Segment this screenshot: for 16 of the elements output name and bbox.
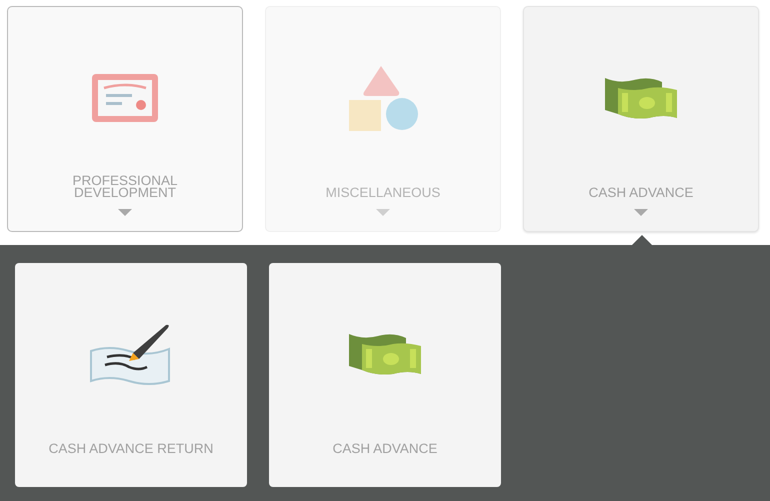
subcategory-label: CASH ADVANCE — [332, 440, 438, 455]
banknote-icon — [348, 332, 422, 376]
caret-icon — [118, 209, 132, 217]
category-label: CASH ADVANCE — [588, 184, 694, 199]
caret-icon — [376, 209, 390, 217]
subcategory-tile[interactable]: CASH ADVANCE — [269, 263, 501, 487]
subcategory-label: CASH ADVANCE RETURN — [48, 440, 214, 455]
category-label: PROFESSIONAL DEVELOPMENT — [71, 172, 179, 199]
category-label: MISCELLANEOUS — [324, 184, 442, 199]
signature-icon — [89, 323, 173, 385]
certificate-icon — [90, 72, 160, 124]
banknote-icon — [604, 76, 678, 120]
caret-icon — [634, 209, 648, 217]
shapes-icon — [347, 64, 419, 132]
category-tile[interactable]: PROFESSIONAL DEVELOPMENT — [7, 6, 243, 232]
subcategory-tile[interactable]: CASH ADVANCE RETURN — [15, 263, 247, 487]
